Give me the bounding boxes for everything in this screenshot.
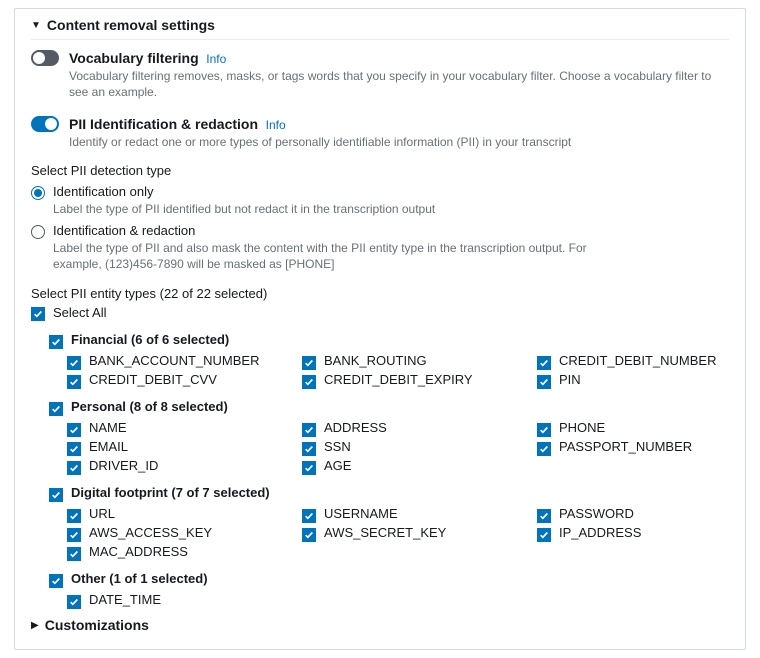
pii-desc: Identify or redact one or more types of …	[69, 134, 729, 150]
chevron-down-icon: ▼	[31, 20, 41, 31]
group-title-0: Financial (6 of 6 selected)	[71, 332, 229, 347]
entity-checkbox-aws_secret_key[interactable]	[302, 528, 316, 542]
entity-label-url: URL	[89, 506, 115, 521]
entity-label-bank_account_number: BANK_ACCOUNT_NUMBER	[89, 353, 259, 368]
entity-label-email: EMAIL	[89, 439, 128, 454]
content-removal-settings-header[interactable]: ▼ Content removal settings	[31, 9, 729, 40]
entity-checkbox-driver_id[interactable]	[67, 461, 81, 475]
entity-checkbox-bank_routing[interactable]	[302, 356, 316, 370]
entity-checkbox-ssn[interactable]	[302, 442, 316, 456]
entity-checkbox-ip_address[interactable]	[537, 528, 551, 542]
entity-types-heading: Select PII entity types (22 of 22 select…	[31, 286, 729, 301]
entity-label-pin: PIN	[559, 372, 581, 387]
entity-label-ip_address: IP_ADDRESS	[559, 525, 641, 540]
pii-info-link[interactable]: Info	[266, 118, 286, 132]
entity-label-age: AGE	[324, 458, 351, 473]
detection-type-heading: Select PII detection type	[31, 163, 729, 178]
entity-checkbox-name[interactable]	[67, 423, 81, 437]
chevron-right-icon: ▶	[31, 620, 39, 631]
entity-label-address: ADDRESS	[324, 420, 387, 435]
group-title-3: Other (1 of 1 selected)	[71, 571, 208, 586]
detection-radio-label-0: Identification only	[53, 184, 435, 199]
detection-radio-0[interactable]	[31, 186, 45, 200]
group-checkbox-3[interactable]	[49, 574, 63, 588]
entity-checkbox-url[interactable]	[67, 509, 81, 523]
pii-label: PII Identification & redaction	[69, 116, 258, 132]
entity-checkbox-password[interactable]	[537, 509, 551, 523]
entity-checkbox-username[interactable]	[302, 509, 316, 523]
entity-checkbox-credit_debit_expiry[interactable]	[302, 375, 316, 389]
entity-label-mac_address: MAC_ADDRESS	[89, 544, 188, 559]
group-title-2: Digital footprint (7 of 7 selected)	[71, 485, 270, 500]
entity-label-driver_id: DRIVER_ID	[89, 458, 158, 473]
detection-radio-desc-0: Label the type of PII identified but not…	[53, 201, 435, 217]
entity-label-passport_number: PASSPORT_NUMBER	[559, 439, 692, 454]
entity-checkbox-age[interactable]	[302, 461, 316, 475]
vocab-filtering-desc: Vocabulary filtering removes, masks, or …	[69, 68, 729, 100]
section-title: Content removal settings	[47, 17, 215, 33]
vocab-filtering-toggle[interactable]	[31, 50, 59, 66]
group-checkbox-2[interactable]	[49, 488, 63, 502]
entity-label-password: PASSWORD	[559, 506, 634, 521]
entity-checkbox-aws_access_key[interactable]	[67, 528, 81, 542]
entity-label-phone: PHONE	[559, 420, 605, 435]
select-all-label: Select All	[53, 305, 106, 320]
entity-checkbox-mac_address[interactable]	[67, 547, 81, 561]
entity-checkbox-address[interactable]	[302, 423, 316, 437]
group-checkbox-0[interactable]	[49, 335, 63, 349]
entity-label-aws_access_key: AWS_ACCESS_KEY	[89, 525, 212, 540]
entity-checkbox-credit_debit_number[interactable]	[537, 356, 551, 370]
select-all-checkbox[interactable]	[31, 307, 45, 321]
customizations-title: Customizations	[45, 617, 149, 633]
pii-toggle[interactable]	[31, 116, 59, 132]
group-checkbox-1[interactable]	[49, 402, 63, 416]
entity-label-credit_debit_number: CREDIT_DEBIT_NUMBER	[559, 353, 716, 368]
entity-checkbox-credit_debit_cvv[interactable]	[67, 375, 81, 389]
vocab-filtering-label: Vocabulary filtering	[69, 50, 199, 66]
group-title-1: Personal (8 of 8 selected)	[71, 399, 228, 414]
detection-radio-desc-1: Label the type of PII and also mask the …	[53, 240, 613, 272]
vocab-info-link[interactable]: Info	[206, 52, 226, 66]
entity-checkbox-bank_account_number[interactable]	[67, 356, 81, 370]
entity-label-credit_debit_expiry: CREDIT_DEBIT_EXPIRY	[324, 372, 473, 387]
entity-checkbox-passport_number[interactable]	[537, 442, 551, 456]
entity-label-username: USERNAME	[324, 506, 398, 521]
entity-checkbox-pin[interactable]	[537, 375, 551, 389]
detection-radio-label-1: Identification & redaction	[53, 223, 613, 238]
entity-label-bank_routing: BANK_ROUTING	[324, 353, 427, 368]
entity-checkbox-email[interactable]	[67, 442, 81, 456]
customizations-header[interactable]: ▶ Customizations	[31, 607, 729, 633]
entity-label-date_time: DATE_TIME	[89, 592, 161, 607]
entity-label-name: NAME	[89, 420, 127, 435]
entity-label-aws_secret_key: AWS_SECRET_KEY	[324, 525, 446, 540]
entity-label-ssn: SSN	[324, 439, 351, 454]
entity-checkbox-date_time[interactable]	[67, 595, 81, 609]
detection-radio-1[interactable]	[31, 225, 45, 239]
entity-label-credit_debit_cvv: CREDIT_DEBIT_CVV	[89, 372, 217, 387]
entity-checkbox-phone[interactable]	[537, 423, 551, 437]
